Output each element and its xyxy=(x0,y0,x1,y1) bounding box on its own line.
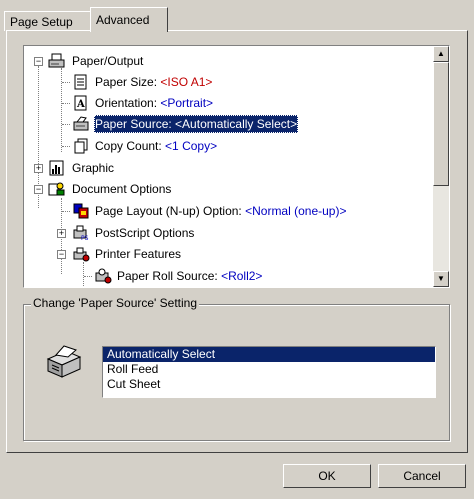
printer-output-icon xyxy=(48,53,65,68)
expand-icon[interactable]: + xyxy=(34,164,43,173)
option-automatically-select[interactable]: Automatically Select xyxy=(103,347,435,362)
paper-source-listbox[interactable]: Automatically Select Roll Feed Cut Sheet xyxy=(102,346,436,398)
tab-label: Advanced xyxy=(96,13,150,27)
collapse-icon[interactable]: − xyxy=(57,250,66,259)
tree-item-label: Paper Size: xyxy=(95,75,161,89)
tree-item-label: Copy Count: xyxy=(95,139,166,153)
orientation-value: <Portrait> xyxy=(160,96,214,110)
scroll-up-button[interactable]: ▲ xyxy=(433,46,449,62)
orientation-icon: A xyxy=(74,95,87,111)
svg-text:PS: PS xyxy=(81,235,89,241)
tab-label: Page Setup xyxy=(10,15,73,29)
expand-icon[interactable]: + xyxy=(57,229,66,238)
tree-scrollbar[interactable]: ▲ ▼ xyxy=(433,46,449,287)
tree-item-label: Orientation: xyxy=(95,96,161,110)
page-layout-value: <Normal (one-up)> xyxy=(245,204,347,218)
tree-item-label: Page Layout (N-up) Option: xyxy=(95,204,246,218)
paper-roll-icon xyxy=(95,268,112,284)
tree-item-label: Paper/Output xyxy=(72,54,144,68)
graphic-icon xyxy=(49,160,64,176)
tree-item-label: Graphic xyxy=(72,161,115,175)
tree-connector xyxy=(62,82,70,83)
tree-connector xyxy=(84,276,92,277)
paper-size-value: <ISO A1> xyxy=(160,75,213,89)
ok-button[interactable]: OK xyxy=(283,464,371,488)
printer-features-icon xyxy=(73,247,90,262)
options-tree[interactable]: − Paper/Output Paper Size: <ISO A1> A Or… xyxy=(23,45,450,288)
scroll-down-button[interactable]: ▼ xyxy=(433,271,449,287)
paper-source-value: <Automatically Select> xyxy=(175,117,298,131)
postscript-icon: PS xyxy=(73,225,89,241)
option-cut-sheet[interactable]: Cut Sheet xyxy=(103,377,435,392)
tree-item-label: Paper Source: xyxy=(95,117,176,131)
tree-connector xyxy=(62,124,70,125)
tree-connector xyxy=(62,103,70,104)
paper-roll-source-value: <Roll2> xyxy=(221,269,263,283)
tree-item-label: PostScript Options xyxy=(95,226,195,240)
page-layout-icon xyxy=(73,203,89,219)
copies-icon xyxy=(74,138,88,154)
tab-advanced[interactable]: Advanced xyxy=(90,7,168,32)
paper-tray-icon xyxy=(73,116,89,131)
scroll-thumb[interactable] xyxy=(433,62,449,186)
tree-connector xyxy=(83,262,84,286)
tree-connector xyxy=(62,146,70,147)
collapse-icon[interactable]: − xyxy=(34,185,43,194)
tree-connector xyxy=(62,211,70,212)
printer-tray-icon xyxy=(46,345,82,378)
tab-page-setup[interactable]: Page Setup xyxy=(4,11,91,31)
tree-item-label: Paper Roll Source: xyxy=(117,269,222,283)
svg-text:A: A xyxy=(76,99,85,110)
page-size-icon xyxy=(74,74,87,90)
setting-group-title: Change 'Paper Source' Setting xyxy=(31,296,200,310)
tree-item-label: Document Options xyxy=(72,182,172,196)
copy-count-value: <1 Copy> xyxy=(165,139,218,153)
tree-connector xyxy=(61,68,62,152)
document-options-icon xyxy=(48,182,65,196)
tree-item-label: Printer Features xyxy=(95,247,182,261)
option-roll-feed[interactable]: Roll Feed xyxy=(103,362,435,377)
collapse-icon[interactable]: − xyxy=(34,57,43,66)
cancel-button[interactable]: Cancel xyxy=(378,464,466,488)
